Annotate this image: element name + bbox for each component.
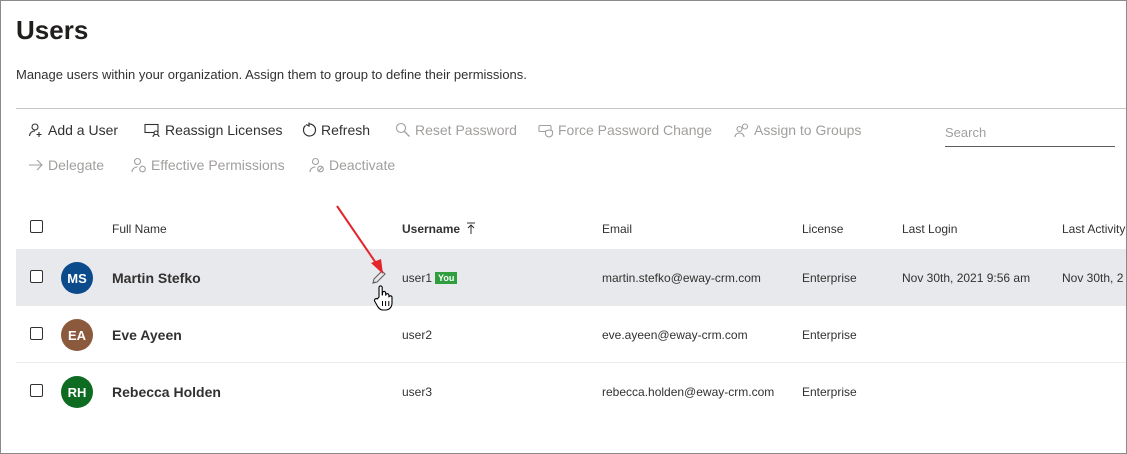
refresh-icon bbox=[302, 122, 317, 137]
hand-cursor-icon bbox=[373, 285, 393, 311]
delegate-label: Delegate bbox=[48, 157, 105, 173]
column-header-username[interactable]: Username bbox=[402, 222, 476, 236]
table-row[interactable]: RH Rebecca Holden user3 rebecca.holden@e… bbox=[16, 363, 1126, 420]
username-cell: user3 bbox=[402, 385, 433, 399]
license-cell: Enterprise bbox=[802, 385, 857, 399]
row-checkbox[interactable] bbox=[30, 384, 43, 397]
email-cell: eve.ayeen@eway-crm.com bbox=[602, 328, 748, 342]
delegate-button[interactable]: Delegate bbox=[28, 157, 104, 173]
last-activity-cell: Nov 30th, 2 bbox=[1062, 271, 1124, 285]
reset-password-button[interactable]: Reset Password bbox=[395, 122, 517, 138]
column-header-email[interactable]: Email bbox=[602, 222, 632, 236]
group-icon bbox=[734, 123, 749, 138]
row-checkbox[interactable] bbox=[30, 327, 43, 340]
key-search-icon bbox=[395, 122, 410, 137]
email-cell: martin.stefko@eway-crm.com bbox=[602, 271, 761, 285]
refresh-button[interactable]: Refresh bbox=[301, 122, 370, 138]
force-password-change-label: Force Password Change bbox=[558, 122, 713, 138]
reset-password-label: Reset Password bbox=[415, 122, 517, 138]
refresh-label: Refresh bbox=[321, 122, 371, 138]
avatar: RH bbox=[61, 376, 93, 408]
avatar: EA bbox=[61, 319, 93, 351]
assign-to-groups-label: Assign to Groups bbox=[754, 122, 862, 138]
person-lock-icon bbox=[131, 157, 146, 173]
user-full-name[interactable]: Martin Stefko bbox=[112, 270, 201, 286]
force-password-change-button[interactable]: Force Password Change bbox=[538, 122, 712, 138]
select-all-checkbox[interactable] bbox=[30, 220, 43, 233]
table-row[interactable]: EA Eve Ayeen user2 eve.ayeen@eway-crm.co… bbox=[16, 306, 1126, 363]
reassign-icon bbox=[144, 123, 160, 138]
page-description: Manage users within your organization. A… bbox=[16, 67, 527, 82]
column-header-license[interactable]: License bbox=[802, 222, 843, 236]
table-row[interactable]: MS Martin Stefko user1 You martin.stefko@… bbox=[16, 249, 1126, 306]
page-title: Users bbox=[16, 15, 89, 45]
username-text: user1 bbox=[402, 271, 433, 285]
divider bbox=[16, 108, 1126, 109]
deactivate-label: Deactivate bbox=[329, 157, 396, 173]
column-header-full-name[interactable]: Full Name bbox=[112, 222, 167, 236]
arrow-right-icon bbox=[29, 159, 43, 171]
license-cell: Enterprise bbox=[802, 271, 857, 285]
username-cell: user2 bbox=[402, 328, 433, 342]
username-cell: user1 You bbox=[402, 271, 458, 285]
assign-to-groups-button[interactable]: Assign to Groups bbox=[734, 122, 861, 138]
add-user-label: Add a User bbox=[48, 122, 119, 138]
deactivate-button[interactable]: Deactivate bbox=[309, 157, 395, 173]
reassign-licenses-button[interactable]: Reassign Licenses bbox=[144, 122, 283, 138]
column-header-last-login[interactable]: Last Login bbox=[902, 222, 957, 236]
avatar: MS bbox=[61, 262, 93, 294]
last-login-cell: Nov 30th, 2021 9:56 am bbox=[902, 271, 1031, 285]
effective-permissions-label: Effective Permissions bbox=[151, 157, 285, 173]
reassign-licenses-label: Reassign Licenses bbox=[165, 122, 283, 138]
user-full-name[interactable]: Eve Ayeen bbox=[112, 327, 182, 343]
sort-up-icon bbox=[467, 222, 476, 234]
license-cell: Enterprise bbox=[802, 328, 857, 342]
person-add-icon bbox=[28, 123, 42, 137]
shield-icon bbox=[538, 124, 554, 138]
add-user-button[interactable]: Add a User bbox=[28, 122, 118, 138]
person-block-icon bbox=[309, 157, 324, 173]
users-window: Users Manage users within your organizat… bbox=[0, 0, 1127, 454]
search-input[interactable] bbox=[945, 119, 1115, 146]
user-full-name[interactable]: Rebecca Holden bbox=[112, 384, 221, 400]
email-cell: rebecca.holden@eway-crm.com bbox=[602, 385, 775, 399]
row-checkbox[interactable] bbox=[30, 270, 43, 283]
column-header-username-label: Username bbox=[402, 222, 461, 236]
effective-permissions-button[interactable]: Effective Permissions bbox=[131, 157, 285, 173]
annotation-arrow bbox=[336, 205, 383, 274]
column-header-last-activity[interactable]: Last Activity bbox=[1062, 222, 1125, 236]
search-box[interactable] bbox=[945, 119, 1115, 147]
you-badge: You bbox=[435, 272, 458, 284]
